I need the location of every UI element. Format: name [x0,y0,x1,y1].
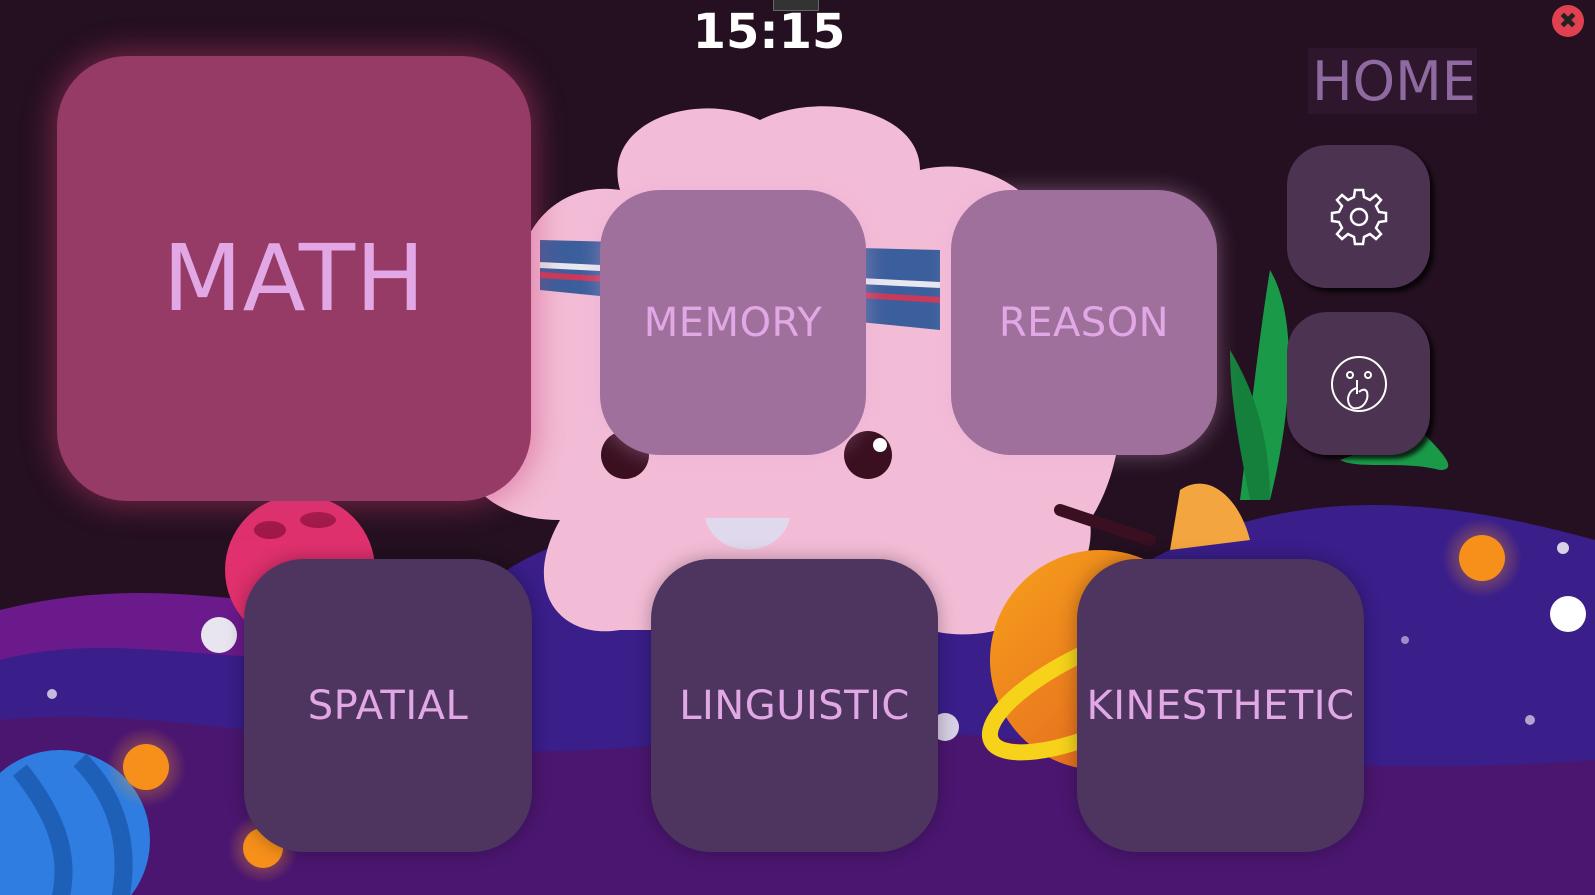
memory-label: MEMORY [643,299,823,346]
clock: 15:15 [692,4,846,60]
settings-button[interactable] [1287,145,1430,288]
close-icon: ✖ [1558,8,1578,34]
memory-tile[interactable]: MEMORY [600,190,866,455]
linguistic-label: LINGUISTIC [679,682,910,729]
page-title: HOME [1308,48,1477,114]
close-button[interactable]: ✖ [1552,5,1584,37]
math-label: MATH [162,225,426,332]
kinesthetic-label: KINESTHETIC [1086,682,1355,729]
reason-label: REASON [998,299,1170,346]
kinesthetic-tile[interactable]: KINESTHETIC [1077,559,1364,852]
spatial-label: SPATIAL [307,682,469,729]
math-tile[interactable]: MATH [57,56,531,501]
shush-face-icon [1330,355,1387,412]
spatial-tile[interactable]: SPATIAL [244,559,532,852]
gear-icon [1330,188,1387,245]
reason-tile[interactable]: REASON [951,190,1217,455]
quiet-mode-button[interactable] [1287,312,1430,455]
linguistic-tile[interactable]: LINGUISTIC [651,559,938,852]
